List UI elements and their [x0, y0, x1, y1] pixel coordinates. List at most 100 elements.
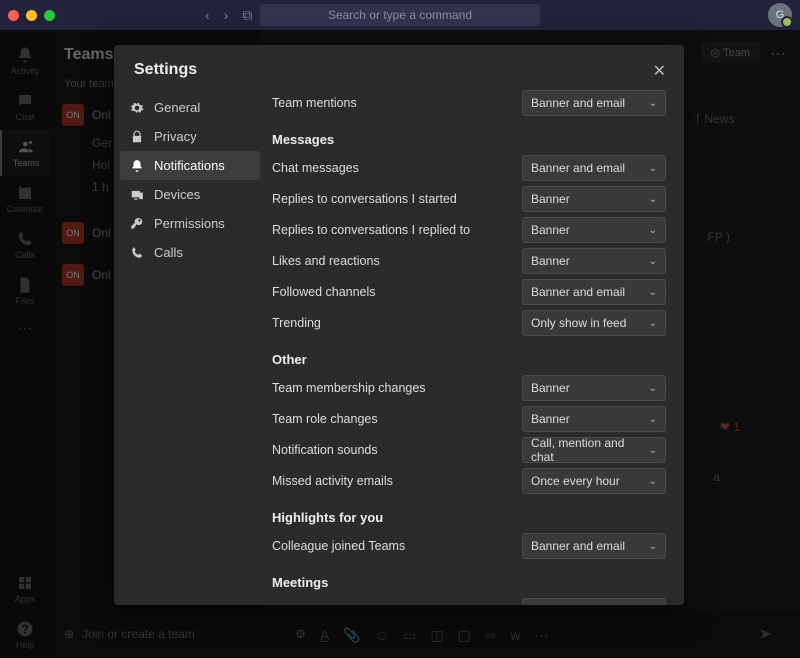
window-controls	[8, 10, 55, 21]
close-window[interactable]	[8, 10, 19, 21]
search-input[interactable]: Search or type a command	[260, 4, 540, 26]
modal-title: Settings	[134, 61, 197, 79]
row-replies-replied: Replies to conversations I replied to Ba…	[272, 217, 666, 243]
dropdown-value: Banner	[531, 412, 570, 426]
dropdown-likes[interactable]: Banner ⌄	[522, 248, 666, 274]
dropdown-chat-messages[interactable]: Banner and email ⌄	[522, 155, 666, 181]
dropdown-membership[interactable]: Banner ⌄	[522, 375, 666, 401]
row-label: Chat messages	[272, 161, 359, 175]
row-replies-started: Replies to conversations I started Banne…	[272, 186, 666, 212]
chevron-down-icon: ⌄	[649, 287, 657, 298]
devices-icon	[130, 188, 144, 202]
row-label: Trending	[272, 316, 321, 330]
lock-icon	[130, 130, 144, 144]
settings-content: Team mentions Banner and email ⌄ Message…	[266, 85, 684, 605]
dropdown-value: Banner and email	[531, 539, 625, 553]
history-nav: ‹ › ⧉	[205, 7, 252, 24]
minimize-window[interactable]	[26, 10, 37, 21]
nav-label: Calls	[154, 245, 183, 260]
row-likes: Likes and reactions Banner ⌄	[272, 248, 666, 274]
dropdown-value: Banner and email	[531, 285, 625, 299]
dropdown-replies-started[interactable]: Banner ⌄	[522, 186, 666, 212]
key-icon	[130, 217, 144, 231]
chevron-down-icon: ⌄	[649, 383, 657, 394]
row-label: Likes and reactions	[272, 254, 380, 268]
back-button[interactable]: ‹	[205, 7, 210, 23]
row-colleague: Colleague joined Teams Banner and email …	[272, 533, 666, 559]
settings-nav: General Privacy Notifications Devices Pe…	[114, 85, 266, 605]
dropdown-value: Banner	[531, 223, 570, 237]
row-label: Missed activity emails	[272, 474, 393, 488]
dropdown-colleague[interactable]: Banner and email ⌄	[522, 533, 666, 559]
chevron-down-icon: ⌄	[649, 414, 657, 425]
dropdown-missed[interactable]: Once every hour ⌄	[522, 468, 666, 494]
chevron-down-icon: ⌄	[649, 476, 657, 487]
row-label: Colleague joined Teams	[272, 539, 405, 553]
chevron-down-icon: ⌄	[649, 541, 657, 552]
row-label: Replies to conversations I started	[272, 192, 457, 206]
nav-label: General	[154, 100, 200, 115]
dropdown-role-changes[interactable]: Banner ⌄	[522, 406, 666, 432]
close-icon[interactable]: ✕	[653, 61, 666, 81]
phone-icon	[130, 246, 144, 260]
dropdown-value: Banner and email	[531, 96, 625, 110]
row-label: Meeting started notification	[272, 604, 421, 605]
row-membership: Team membership changes Banner ⌄	[272, 375, 666, 401]
row-label: Team mentions	[272, 96, 357, 110]
nav-notifications[interactable]: Notifications	[120, 151, 260, 180]
section-highlights: Highlights for you	[272, 510, 666, 525]
chevron-down-icon: ⌄	[649, 225, 657, 236]
dropdown-meeting-started[interactable]: Banner ⌄	[522, 598, 666, 605]
dropdown-value: Only show in feed	[531, 316, 626, 330]
row-label: Followed channels	[272, 285, 376, 299]
modal-header: Settings	[114, 45, 684, 85]
chevron-down-icon: ⌄	[649, 194, 657, 205]
section-other: Other	[272, 352, 666, 367]
nav-calls[interactable]: Calls	[120, 238, 260, 267]
dropdown-value: Banner	[531, 254, 570, 268]
nav-permissions[interactable]: Permissions	[120, 209, 260, 238]
dropdown-value: Banner and email	[531, 161, 625, 175]
section-meetings: Meetings	[272, 575, 666, 590]
dropdown-value: Banner	[531, 604, 570, 605]
bell-icon	[130, 159, 144, 173]
row-label: Team membership changes	[272, 381, 426, 395]
row-trending: Trending Only show in feed ⌄	[272, 310, 666, 336]
nav-label: Devices	[154, 187, 200, 202]
dropdown-value: Call, mention and chat	[531, 436, 649, 464]
dropdown-value: Banner	[531, 381, 570, 395]
gear-icon	[130, 101, 144, 115]
nav-privacy[interactable]: Privacy	[120, 122, 260, 151]
nav-devices[interactable]: Devices	[120, 180, 260, 209]
row-label: Replies to conversations I replied to	[272, 223, 470, 237]
dropdown-replies-replied[interactable]: Banner ⌄	[522, 217, 666, 243]
dropdown-followed[interactable]: Banner and email ⌄	[522, 279, 666, 305]
nav-label: Privacy	[154, 129, 197, 144]
chevron-down-icon: ⌄	[649, 163, 657, 174]
row-missed: Missed activity emails Once every hour ⌄	[272, 468, 666, 494]
row-followed: Followed channels Banner and email ⌄	[272, 279, 666, 305]
row-sounds: Notification sounds Call, mention and ch…	[272, 437, 666, 463]
dropdown-value: Once every hour	[531, 474, 620, 488]
nav-label: Permissions	[154, 216, 225, 231]
dropdown-sounds[interactable]: Call, mention and chat ⌄	[522, 437, 666, 463]
nav-label: Notifications	[154, 158, 225, 173]
chevron-down-icon: ⌄	[649, 318, 657, 329]
forward-button[interactable]: ›	[224, 7, 229, 23]
avatar[interactable]: G	[768, 3, 792, 27]
row-chat-messages: Chat messages Banner and email ⌄	[272, 155, 666, 181]
dropdown-value: Banner	[531, 192, 570, 206]
row-label: Team role changes	[272, 412, 378, 426]
maximize-window[interactable]	[44, 10, 55, 21]
row-meeting-started: Meeting started notification Banner ⌄	[272, 598, 666, 605]
chevron-down-icon: ⌄	[649, 445, 657, 456]
popout-icon[interactable]: ⧉	[242, 7, 252, 24]
dropdown-trending[interactable]: Only show in feed ⌄	[522, 310, 666, 336]
settings-modal: Settings ✕ General Privacy Notifications	[114, 45, 684, 605]
dropdown-team-mentions[interactable]: Banner and email ⌄	[522, 90, 666, 116]
row-role-changes: Team role changes Banner ⌄	[272, 406, 666, 432]
chevron-down-icon: ⌄	[649, 256, 657, 267]
section-messages: Messages	[272, 132, 666, 147]
row-label: Notification sounds	[272, 443, 378, 457]
nav-general[interactable]: General	[120, 93, 260, 122]
